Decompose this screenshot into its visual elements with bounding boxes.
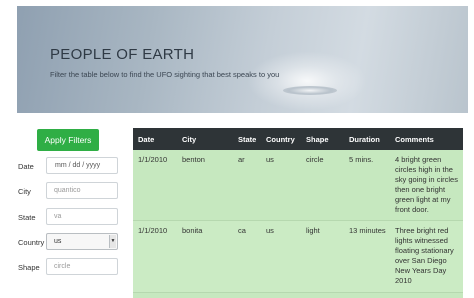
cell-city: benton bbox=[182, 155, 205, 164]
city-input[interactable]: quantico bbox=[46, 182, 118, 199]
cell-shape: light bbox=[301, 220, 344, 293]
cell-state: ar bbox=[238, 155, 245, 164]
date-input[interactable]: mm / dd / yyyy bbox=[46, 157, 118, 174]
cell-comments: 4 bright green circles high in the sky g… bbox=[395, 155, 458, 214]
hero-glow bbox=[247, 51, 367, 111]
table-header-row: Date City State Country Shape Duration C… bbox=[133, 128, 463, 150]
date-label: Date bbox=[18, 162, 34, 171]
city-label: City bbox=[18, 187, 31, 196]
apply-filters-button[interactable]: Apply Filters bbox=[37, 129, 99, 151]
shape-label: Shape bbox=[18, 263, 40, 272]
ufo-image bbox=[283, 86, 337, 95]
cell-date: 1/1/2010 bbox=[133, 220, 177, 293]
country-label: Country bbox=[18, 238, 45, 247]
cell-comments: Three bright red lights witnessed floati… bbox=[390, 220, 463, 293]
column-header-city: City bbox=[182, 134, 197, 144]
state-label: State bbox=[18, 213, 36, 222]
cell-shape: circle bbox=[306, 155, 324, 164]
country-selected-value: us bbox=[54, 238, 62, 245]
column-header-duration: Duration bbox=[349, 134, 380, 144]
column-header-shape: Shape bbox=[306, 134, 329, 144]
ufo-table: Date City State Country Shape Duration C… bbox=[133, 128, 463, 298]
table-row bbox=[133, 292, 463, 298]
page-title: PEOPLE OF EARTH bbox=[50, 46, 195, 63]
column-header-state: State bbox=[238, 134, 257, 144]
table-row: 1/1/2010 benton ar us circle 5 mins. 4 b… bbox=[133, 150, 463, 221]
column-header-date: Date bbox=[138, 134, 155, 144]
cell-country: us bbox=[261, 220, 301, 293]
cell-country: us bbox=[266, 155, 274, 164]
cell-duration: 5 mins. bbox=[349, 155, 374, 164]
page-subtitle: Filter the table below to find the UFO s… bbox=[50, 70, 280, 79]
state-input[interactable]: va bbox=[46, 208, 118, 225]
shape-input[interactable]: circle bbox=[46, 258, 118, 275]
country-select[interactable]: us ▼ bbox=[46, 233, 118, 250]
cell-duration: 13 minutes bbox=[344, 220, 390, 293]
cell-date: 1/1/2010 bbox=[138, 155, 168, 164]
cell-city: bonita bbox=[177, 220, 233, 293]
table-row: 1/1/2010 bonita ca us light 13 minutes T… bbox=[133, 220, 463, 293]
column-header-comments: Comments bbox=[395, 134, 434, 144]
ufo-table-container: Date City State Country Shape Duration C… bbox=[133, 128, 463, 298]
cell-state: ca bbox=[233, 220, 261, 293]
hero-banner: PEOPLE OF EARTH Filter the table below t… bbox=[17, 6, 468, 113]
chevron-down-icon[interactable]: ▼ bbox=[109, 235, 116, 248]
column-header-country: Country bbox=[266, 134, 295, 144]
